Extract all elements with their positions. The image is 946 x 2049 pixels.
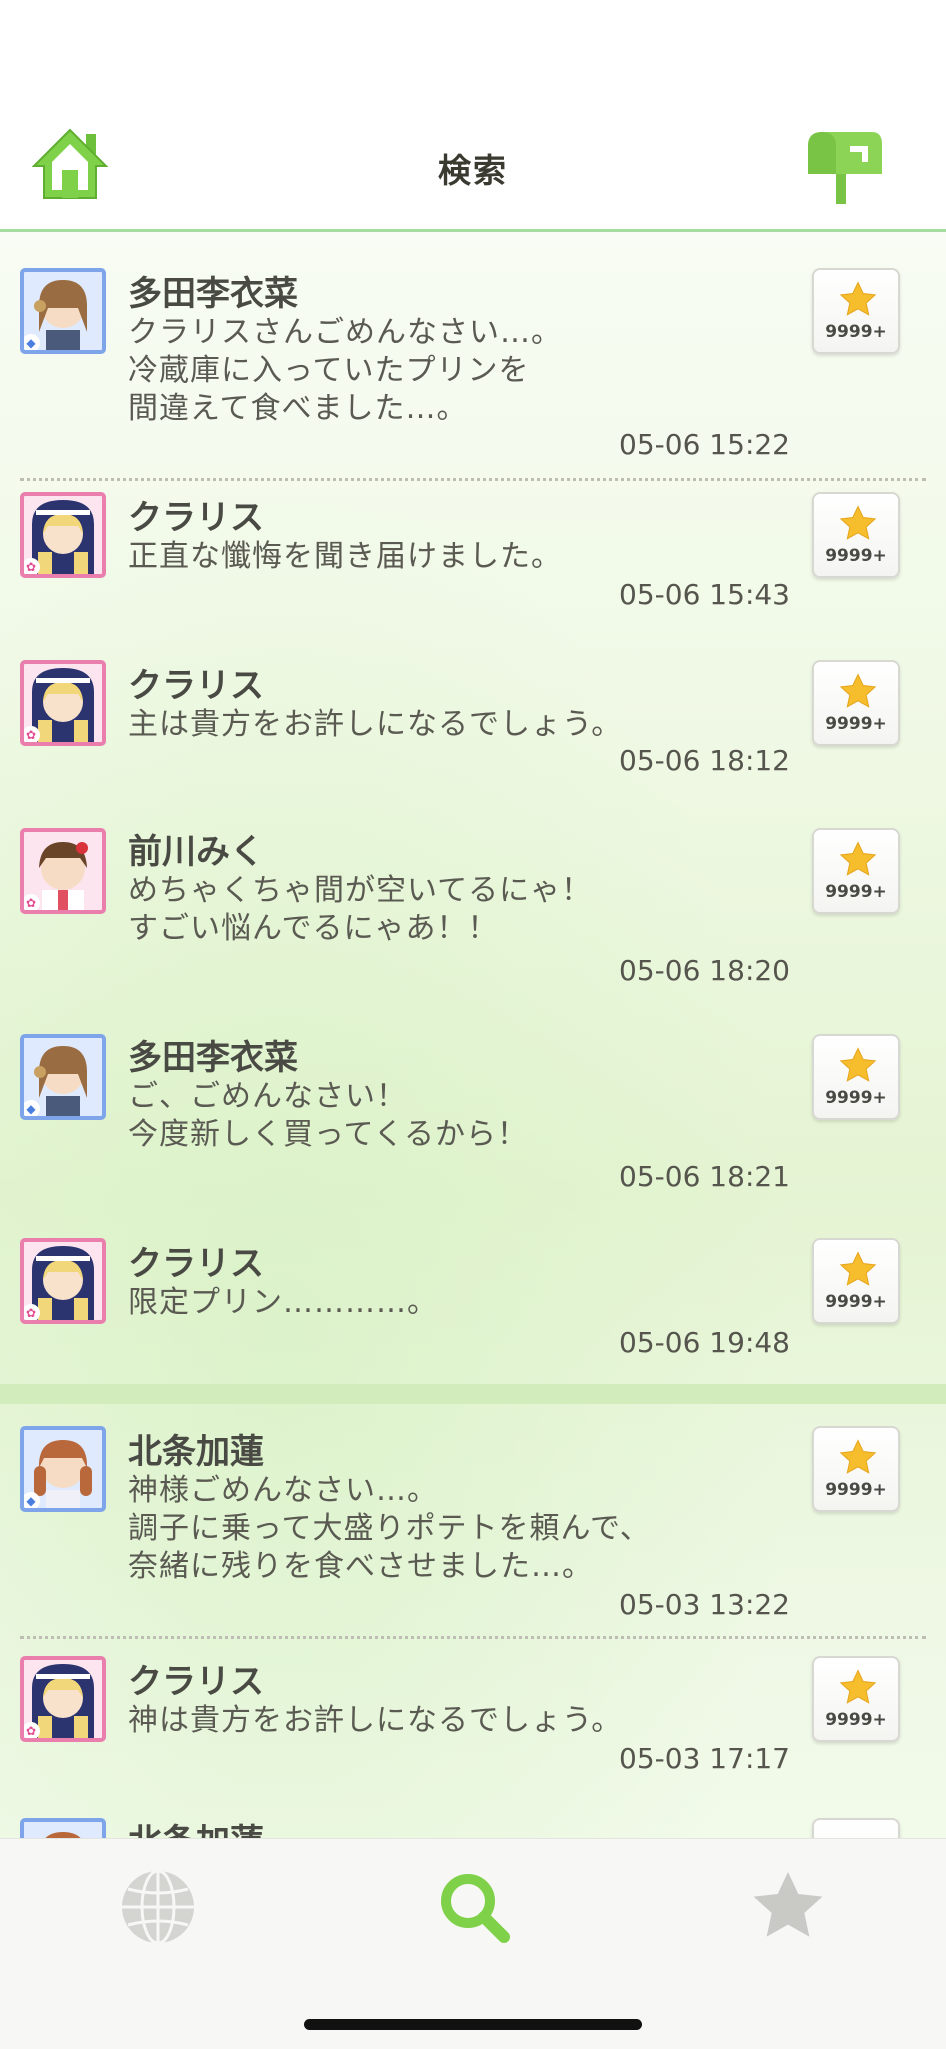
like-button[interactable] [812,1818,900,1838]
search-icon [441,1874,510,1943]
star-icon [839,841,877,876]
star-icon [839,505,877,540]
post-divider [20,1636,926,1639]
post-message: クラリスさんごめんなさい…。 冷蔵庫に入っていたプリンを 間違えて食べました…。 [128,315,562,426]
frame-badge-icon: ◆ [24,334,40,350]
tab-search[interactable] [434,1867,514,1947]
avatar[interactable]: ✿ [20,660,106,746]
poster-name: クラリス [128,498,264,538]
post-message: 正直な懺悔を聞き届けました。 [128,539,562,574]
poster-name: 多田李衣菜 [128,1038,298,1078]
like-button[interactable]: 9999+ [812,1238,900,1324]
like-count: 9999+ [825,1088,887,1108]
like-button[interactable]: 9999+ [812,1034,900,1120]
like-button[interactable]: 9999+ [812,268,900,354]
like-count: 9999+ [825,714,887,734]
like-button[interactable]: 9999+ [812,660,900,746]
star-icon [839,1439,877,1474]
post-message: 神は貴方をお許しになるでしょう。 [128,1703,623,1738]
like-count: 9999+ [825,322,887,342]
post-message: めちゃくちゃ間が空いてるにゃ！ すごい悩んでるにゃあ！！ [128,873,593,946]
mailbox-icon [808,132,882,204]
post-time: 05-06 18:12 [619,744,790,777]
mailbox-button[interactable] [800,126,886,206]
tab-global[interactable] [118,1867,198,1947]
avatar[interactable]: ✿ [20,828,106,914]
poster-name: 多田李衣菜 [128,274,298,314]
post-divider [20,478,926,481]
avatar[interactable]: ◆ [20,1034,106,1120]
star-icon [839,1251,877,1286]
frame-badge-icon: ◆ [24,1100,40,1116]
poster-name: クラリス [128,1662,264,1702]
post-message: ご、ごめんなさい！ 今度新しく買ってくるから！ [128,1079,528,1152]
frame-badge-icon: ✿ [24,726,40,742]
poster-name: クラリス [128,666,264,706]
like-count: 9999+ [825,1480,887,1500]
like-button[interactable]: 9999+ [812,1656,900,1742]
frame-badge-icon: ✿ [24,1722,40,1738]
frame-badge-icon: ◆ [24,1492,40,1508]
like-count: 9999+ [825,1292,887,1312]
poster-name: 前川みく [128,832,264,872]
avatar[interactable]: ◆ [20,268,106,354]
tab-favorites[interactable] [748,1867,828,1947]
post-time: 05-06 15:22 [619,428,790,461]
star-icon [839,1669,877,1704]
like-count: 9999+ [825,546,887,566]
home-indicator[interactable] [304,2019,642,2030]
post-message: 主は貴方をお許しになるでしょう。 [128,707,623,742]
globe-icon [122,1869,194,1945]
bottom-tab-bar [0,1838,946,2049]
post-time: 05-03 17:17 [619,1742,790,1775]
post-time: 05-06 18:21 [619,1160,790,1193]
star-icon [839,281,877,316]
frame-badge-icon: ✿ [24,1304,40,1320]
poster-name: クラリス [128,1244,264,1284]
like-button[interactable]: 9999+ [812,1426,900,1512]
post-time: 05-03 13:22 [619,1588,790,1621]
avatar[interactable]: ✿ [20,492,106,578]
poster-name: 北条加蓮 [128,1814,264,1838]
star-icon [839,673,877,708]
frame-badge-icon: ✿ [24,894,40,910]
like-count: 9999+ [825,1710,887,1730]
thread-separator [0,1384,946,1404]
header-bar: 検索 [0,0,946,232]
avatar[interactable]: ◆ [20,1426,106,1512]
star-icon [839,1047,877,1082]
avatar[interactable] [20,1818,106,1838]
frame-badge-icon: ✿ [24,558,40,574]
poster-name: 北条加蓮 [128,1432,264,1472]
post-time: 05-06 18:20 [619,954,790,987]
post-message: 神様ごめんなさい…。 調子に乗って大盛りポテトを頼んで、 奈緒に残りを食べさせま… [128,1473,651,1584]
like-count: 9999+ [825,882,887,902]
post-feed[interactable]: ◆ 多田李衣菜 クラリスさんごめんなさい…。 冷蔵庫に入っていたプリンを 間違え… [0,232,946,1838]
star-icon [753,1872,823,1937]
post-time: 05-06 15:43 [619,578,790,611]
post-message: 限定プリン…………。 [128,1285,438,1320]
avatar[interactable]: ✿ [20,1656,106,1742]
avatar[interactable]: ✿ [20,1238,106,1324]
like-button[interactable]: 9999+ [812,492,900,578]
like-button[interactable]: 9999+ [812,828,900,914]
post-time: 05-06 19:48 [619,1326,790,1359]
